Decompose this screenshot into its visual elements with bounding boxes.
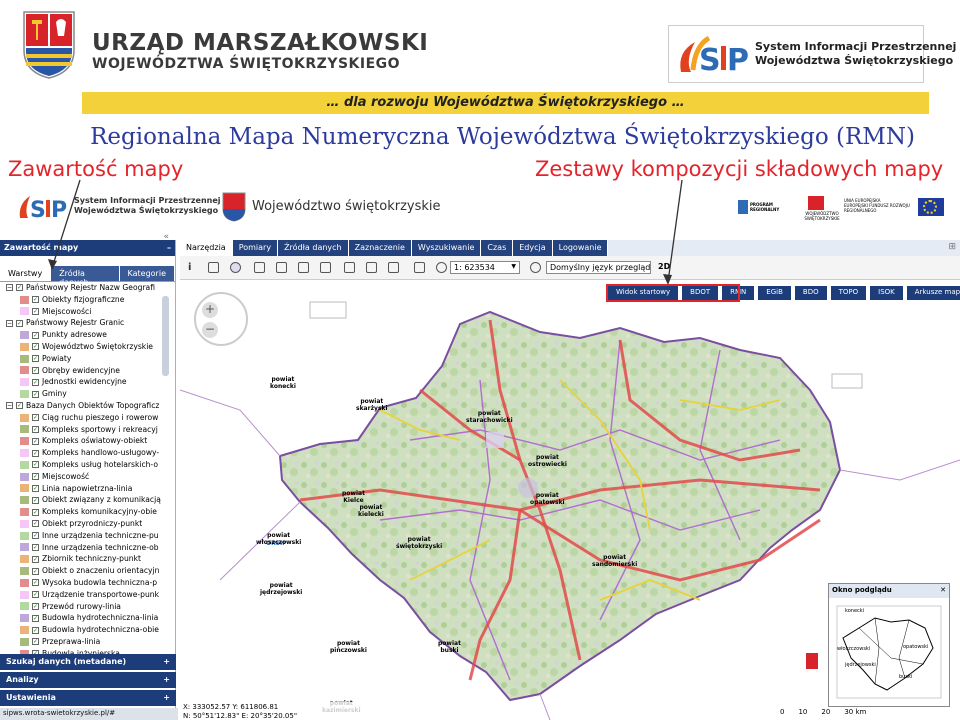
annotation-arrows — [48, 179, 683, 285]
